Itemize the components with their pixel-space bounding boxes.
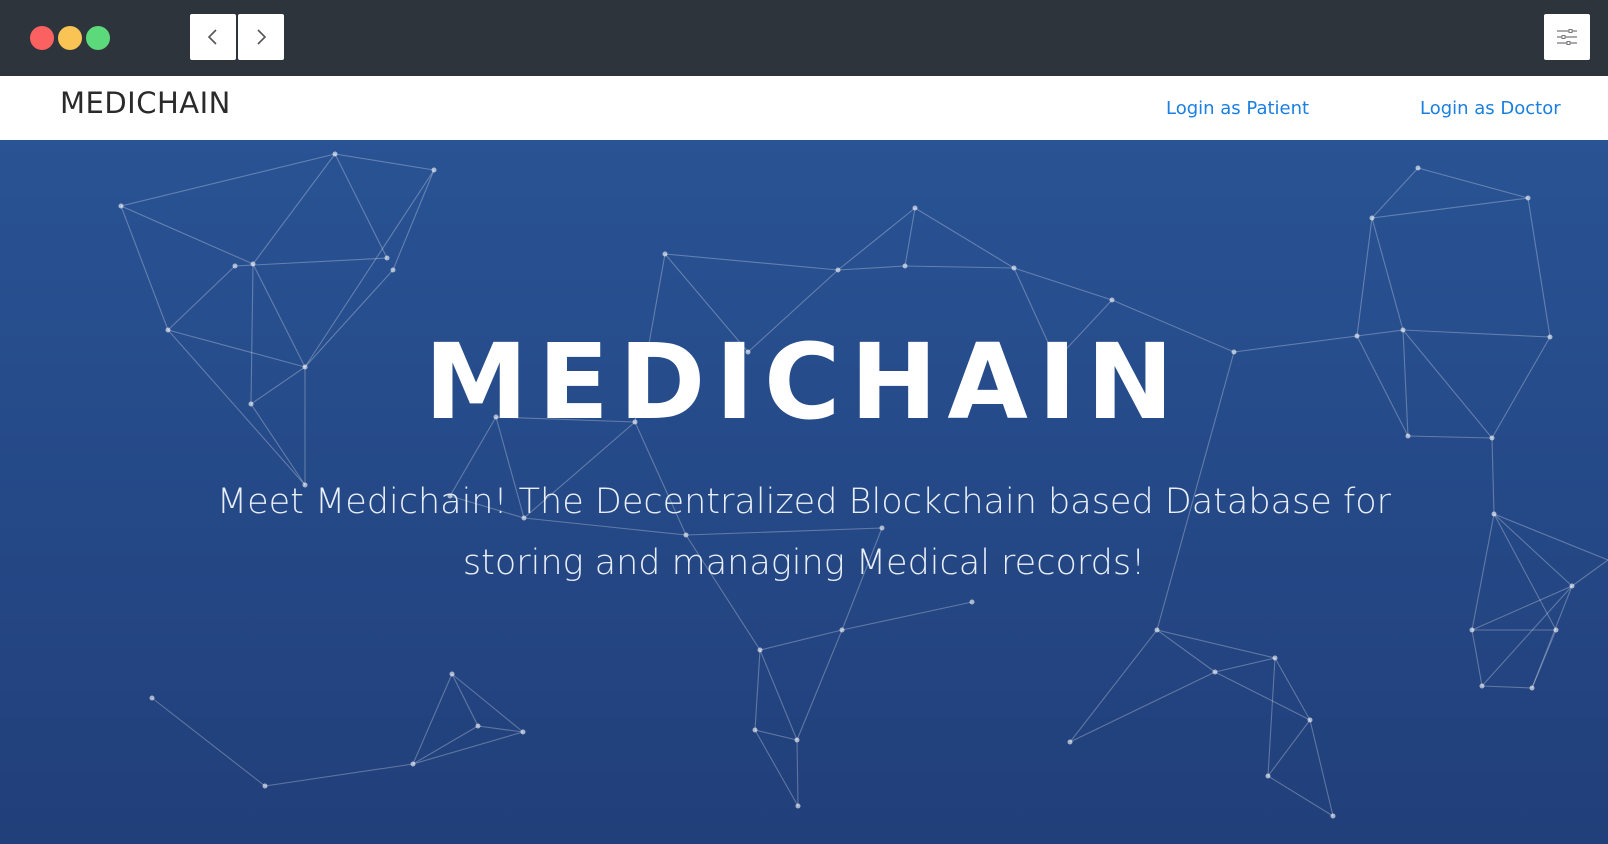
brand-logo-text[interactable]: MEDICHAIN	[60, 86, 231, 120]
maximize-window-button[interactable]	[86, 26, 110, 50]
hero-subtitle: Meet Medichain! The Decentralized Blockc…	[216, 482, 1392, 583]
chevron-right-icon	[257, 29, 267, 45]
settings-menu-button[interactable]	[1544, 14, 1590, 60]
top-navbar: MEDICHAIN Login as Patient Login as Doct…	[0, 76, 1608, 141]
window-titlebar	[0, 0, 1608, 76]
login-as-doctor-link[interactable]: Login as Doctor	[1420, 98, 1561, 119]
minimize-window-button[interactable]	[58, 26, 82, 50]
chevron-left-icon	[207, 29, 217, 45]
forward-button[interactable]	[238, 14, 284, 60]
sliders-icon	[1557, 29, 1577, 45]
hero-title: MEDICHAIN	[424, 321, 1184, 443]
login-as-patient-link[interactable]: Login as Patient	[1166, 98, 1309, 119]
hero-section: MEDICHAIN Meet Medichain! The Decentrali…	[0, 140, 1608, 844]
back-button[interactable]	[190, 14, 236, 60]
close-window-button[interactable]	[30, 26, 54, 50]
